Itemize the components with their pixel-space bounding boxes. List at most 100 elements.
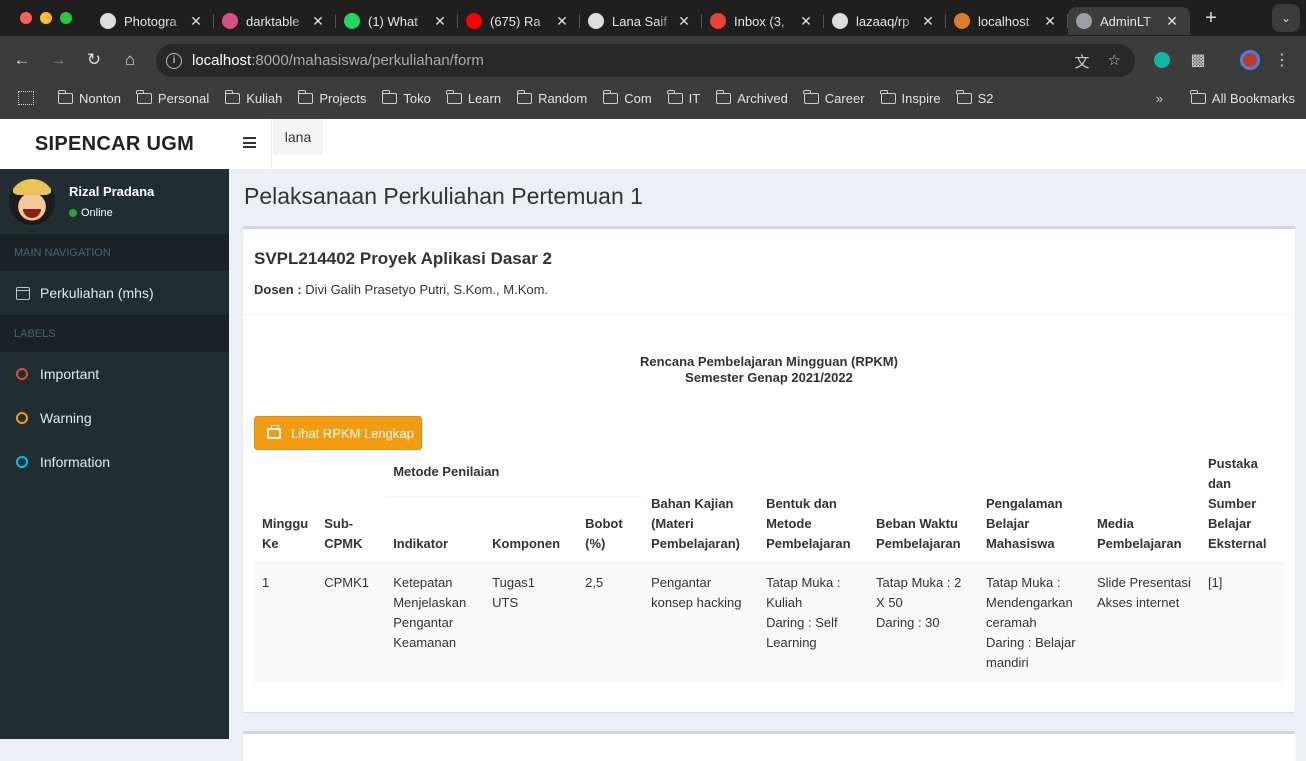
close-tab-icon[interactable]: ✕ <box>1164 13 1180 30</box>
bookmark-star-icon[interactable]: ☆ <box>1108 51 1121 72</box>
close-window-button[interactable] <box>20 12 32 24</box>
close-tab-icon[interactable]: ✕ <box>432 13 448 30</box>
bookmark-folder[interactable]: Com <box>602 89 652 106</box>
browser-tab[interactable]: localhost ✕ <box>946 7 1068 35</box>
all-bookmarks[interactable]: All Bookmarks <box>1190 89 1295 106</box>
tab-title: (1) What <box>368 13 418 29</box>
close-tab-icon[interactable]: ✕ <box>798 13 814 30</box>
all-bookmarks-label: All Bookmarks <box>1211 90 1295 106</box>
bookmark-folder[interactable]: Kuliah <box>224 89 282 106</box>
bookmark-folder[interactable]: Random <box>516 89 588 106</box>
header-user-menu[interactable]: lana <box>273 119 323 155</box>
apps-grid-icon[interactable] <box>18 91 34 105</box>
bentuk-item: Daring : Self Learning <box>766 615 838 650</box>
extensions-puzzle-icon[interactable]: ▩ <box>1186 44 1210 76</box>
browser-tab[interactable]: Lana Saif ✕ <box>580 7 702 35</box>
bookmark-label: IT <box>688 90 701 106</box>
browser-tab[interactable]: lazaaq/rp ✕ <box>824 7 946 35</box>
folder-icon <box>446 89 462 104</box>
browser-tab[interactable]: AdminLT ✕ <box>1068 7 1190 35</box>
bookmark-folder[interactable]: Archived <box>715 89 788 106</box>
maximize-window-button[interactable] <box>60 12 72 24</box>
tab-favicon-icon <box>832 13 848 29</box>
minimize-window-button[interactable] <box>40 12 52 24</box>
sidebar-item-perkuliahan[interactable]: Perkuliahan (mhs) <box>0 271 229 315</box>
sidebar-toggle-icon[interactable] <box>243 137 256 148</box>
sidebar-label-warning[interactable]: Warning <box>0 396 229 440</box>
bookmark-folder[interactable]: Nonton <box>57 89 121 106</box>
browser-tab[interactable]: (1) What ✕ <box>336 7 458 35</box>
more-bookmarks-icon[interactable]: » <box>1156 91 1163 106</box>
folder-icon <box>803 89 819 104</box>
bookmark-folder[interactable]: Toko <box>381 89 431 106</box>
home-icon[interactable]: ⌂ <box>112 50 148 70</box>
komponen-item: UTS <box>492 595 519 610</box>
cell-beban: Tatap Muka : 2 X 50 Daring : 30 <box>868 563 978 684</box>
tab-title: Inbox (3, <box>734 13 785 29</box>
bookmark-label: Archived <box>737 90 788 106</box>
bookmark-folder[interactable]: Projects <box>297 89 366 106</box>
bookmark-label: S2 <box>977 90 994 106</box>
bookmark-label: Personal <box>157 90 210 106</box>
beban-item: Daring : 30 <box>876 615 940 630</box>
close-tab-icon[interactable]: ✕ <box>310 13 326 30</box>
tab-favicon-icon <box>1076 13 1092 29</box>
browser-tab[interactable]: Inbox (3, ✕ <box>702 7 824 35</box>
sidebar-label-text: Information <box>40 454 111 470</box>
folder-icon <box>136 89 152 104</box>
folder-icon <box>667 89 683 104</box>
bookmark-folder[interactable]: IT <box>667 89 701 106</box>
browser-tab[interactable]: Photogra ✕ <box>92 7 214 35</box>
cell-indikator: Ketepatan Menjelaskan Pengantar Keamanan <box>393 575 467 650</box>
online-dot-icon <box>69 209 77 217</box>
cell-bobot: 2,5 <box>585 575 604 590</box>
profile-avatar[interactable] <box>1238 44 1262 76</box>
bookmark-folder[interactable]: Career <box>803 89 865 106</box>
tab-title: Lana Saif <box>612 13 667 29</box>
close-tab-icon[interactable]: ✕ <box>676 13 692 30</box>
lecturer-name: Divi Galih Prasetyo Putri, S.Kom., M.Kom… <box>305 282 549 297</box>
extension-icon[interactable] <box>1150 44 1174 76</box>
browser-menu-icon[interactable]: ⋮ <box>1270 44 1294 76</box>
folder-icon <box>956 89 972 104</box>
header-bahan-kajian: Bahan Kajian (Materi Pembelajaran) <box>651 496 740 551</box>
url-path: :8000/mahasiswa/perkuliahan/form <box>251 52 484 69</box>
bookmark-label: Random <box>538 90 588 106</box>
new-tab-button[interactable]: + <box>1196 7 1226 30</box>
forward-icon[interactable]: → <box>40 50 76 70</box>
close-tab-icon[interactable]: ✕ <box>554 13 570 30</box>
browser-tab-bar: Photogra ✕ darktable ✕ (1) What ✕ (675) Ra ✕ Lan… <box>0 0 1306 36</box>
header-divider <box>271 119 272 169</box>
address-bar[interactable]: i localhost:8000/mahasiswa/perkuliahan/f… <box>156 44 1135 77</box>
user-panel: Rizal Pradana Online <box>0 169 229 234</box>
sidebar-label-important[interactable]: Important <box>0 352 229 396</box>
bookmark-folder[interactable]: Learn <box>446 89 501 106</box>
close-tab-icon[interactable]: ✕ <box>920 13 936 30</box>
bookmark-folder[interactable]: Personal <box>136 89 210 106</box>
folder-icon <box>1190 89 1206 104</box>
brand-logo[interactable]: SIPENCAR UGM <box>0 119 229 169</box>
tab-favicon-icon <box>344 13 360 29</box>
sidebar-label-information[interactable]: Information <box>0 440 229 484</box>
labels-header: LABELS <box>0 315 229 352</box>
header-minggu: Minggu Ke <box>262 516 309 551</box>
close-tab-icon[interactable]: ✕ <box>188 13 204 30</box>
tab-favicon-icon <box>710 13 726 29</box>
site-info-icon[interactable]: i <box>166 52 182 69</box>
reload-icon[interactable]: ↻ <box>76 50 112 70</box>
browser-tab[interactable]: darktable ✕ <box>214 7 336 35</box>
view-rpkm-button[interactable]: Lihat RPKM Lengkap <box>254 416 422 450</box>
bookmark-folder[interactable]: S2 <box>956 89 994 106</box>
status-label: Online <box>81 207 113 219</box>
tab-search-icon[interactable]: ⌄ <box>1272 4 1300 32</box>
bookmark-folder[interactable]: Inspire <box>880 89 941 106</box>
browser-tab[interactable]: (675) Ra ✕ <box>458 7 580 35</box>
window-controls <box>0 12 92 24</box>
close-tab-icon[interactable]: ✕ <box>1042 13 1058 30</box>
header-pengalaman: Pengalaman Belajar Mahasiswa <box>986 496 1063 551</box>
tab-favicon-icon <box>466 13 482 29</box>
translate-icon[interactable]: 文 <box>1075 51 1090 72</box>
folder-icon <box>381 89 398 104</box>
bookmark-label: Inspire <box>901 90 941 106</box>
back-icon[interactable]: ← <box>4 50 40 70</box>
